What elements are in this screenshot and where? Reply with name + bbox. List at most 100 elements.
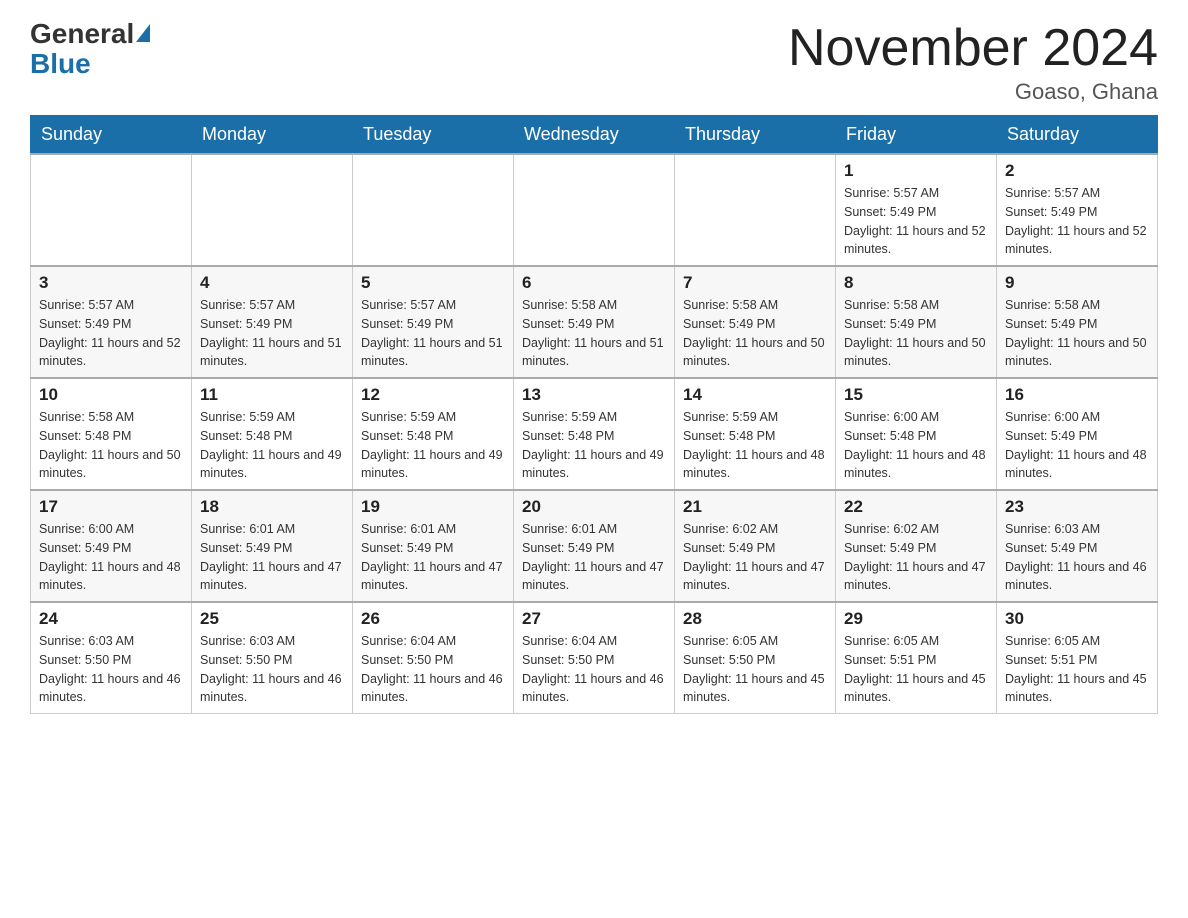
calendar-cell: 24 Sunrise: 6:03 AMSunset: 5:50 PMDayligh… [31,602,192,714]
calendar-cell: 28 Sunrise: 6:05 AMSunset: 5:50 PMDayligh… [675,602,836,714]
calendar-cell: 18 Sunrise: 6:01 AMSunset: 5:49 PMDayligh… [192,490,353,602]
day-number: 10 [39,385,183,405]
calendar-cell: 13 Sunrise: 5:59 AMSunset: 5:48 PMDayligh… [514,378,675,490]
day-info: Sunrise: 6:05 AMSunset: 5:50 PMDaylight:… [683,632,827,707]
day-number: 9 [1005,273,1149,293]
weekday-header-tuesday: Tuesday [353,116,514,155]
day-number: 11 [200,385,344,405]
day-number: 4 [200,273,344,293]
calendar-cell: 22Sunrise: 6:02 AMSunset: 5:49 PMDayligh… [836,490,997,602]
calendar-cell: 9 Sunrise: 5:58 AMSunset: 5:49 PMDaylight… [997,266,1158,378]
day-number: 15 [844,385,988,405]
title-area: November 2024 Goaso, Ghana [788,20,1158,105]
weekday-header-monday: Monday [192,116,353,155]
day-info: Sunrise: 5:57 AMSunset: 5:49 PMDaylight:… [1005,184,1149,259]
day-number: 28 [683,609,827,629]
calendar-cell [31,154,192,266]
calendar-table: SundayMondayTuesdayWednesdayThursdayFrid… [30,115,1158,714]
day-number: 23 [1005,497,1149,517]
calendar-cell: 1 Sunrise: 5:57 AMSunset: 5:49 PMDaylight… [836,154,997,266]
day-info: Sunrise: 6:05 AMSunset: 5:51 PMDaylight:… [1005,632,1149,707]
day-info: Sunrise: 6:00 AMSunset: 5:48 PMDaylight:… [844,408,988,483]
day-info: Sunrise: 6:03 AMSunset: 5:50 PMDaylight:… [39,632,183,707]
day-number: 29 [844,609,988,629]
week-row-2: 3Sunrise: 5:57 AMSunset: 5:49 PMDaylight… [31,266,1158,378]
calendar-cell: 12 Sunrise: 5:59 AMSunset: 5:48 PMDayligh… [353,378,514,490]
day-number: 21 [683,497,827,517]
calendar-cell: 4Sunrise: 5:57 AMSunset: 5:49 PMDaylight… [192,266,353,378]
calendar-cell: 14 Sunrise: 5:59 AMSunset: 5:48 PMDayligh… [675,378,836,490]
day-number: 16 [1005,385,1149,405]
day-number: 18 [200,497,344,517]
calendar-cell: 7Sunrise: 5:58 AMSunset: 5:49 PMDaylight… [675,266,836,378]
calendar-cell [514,154,675,266]
day-info: Sunrise: 6:03 AMSunset: 5:50 PMDaylight:… [200,632,344,707]
day-number: 1 [844,161,988,181]
calendar-cell: 20Sunrise: 6:01 AMSunset: 5:49 PMDayligh… [514,490,675,602]
day-info: Sunrise: 5:58 AMSunset: 5:49 PMDaylight:… [1005,296,1149,371]
calendar-cell: 11 Sunrise: 5:59 AMSunset: 5:48 PMDayligh… [192,378,353,490]
calendar-cell: 2 Sunrise: 5:57 AMSunset: 5:49 PMDaylight… [997,154,1158,266]
calendar-cell: 29 Sunrise: 6:05 AMSunset: 5:51 PMDayligh… [836,602,997,714]
day-info: Sunrise: 5:59 AMSunset: 5:48 PMDaylight:… [361,408,505,483]
day-info: Sunrise: 6:00 AMSunset: 5:49 PMDaylight:… [39,520,183,595]
week-row-1: 1 Sunrise: 5:57 AMSunset: 5:49 PMDaylight… [31,154,1158,266]
day-number: 5 [361,273,505,293]
calendar-cell: 10 Sunrise: 5:58 AMSunset: 5:48 PMDayligh… [31,378,192,490]
day-info: Sunrise: 5:59 AMSunset: 5:48 PMDaylight:… [522,408,666,483]
day-number: 30 [1005,609,1149,629]
day-info: Sunrise: 6:00 AMSunset: 5:49 PMDaylight:… [1005,408,1149,483]
calendar-cell: 19 Sunrise: 6:01 AMSunset: 5:49 PMDayligh… [353,490,514,602]
weekday-header-row: SundayMondayTuesdayWednesdayThursdayFrid… [31,116,1158,155]
day-info: Sunrise: 6:01 AMSunset: 5:49 PMDaylight:… [361,520,505,595]
weekday-header-friday: Friday [836,116,997,155]
calendar-cell: 3Sunrise: 5:57 AMSunset: 5:49 PMDaylight… [31,266,192,378]
calendar-cell: 26Sunrise: 6:04 AMSunset: 5:50 PMDayligh… [353,602,514,714]
day-info: Sunrise: 6:03 AMSunset: 5:49 PMDaylight:… [1005,520,1149,595]
calendar-cell [192,154,353,266]
day-number: 20 [522,497,666,517]
calendar-cell: 25 Sunrise: 6:03 AMSunset: 5:50 PMDayligh… [192,602,353,714]
weekday-header-wednesday: Wednesday [514,116,675,155]
calendar-cell: 23 Sunrise: 6:03 AMSunset: 5:49 PMDayligh… [997,490,1158,602]
day-number: 25 [200,609,344,629]
day-info: Sunrise: 6:04 AMSunset: 5:50 PMDaylight:… [361,632,505,707]
day-number: 6 [522,273,666,293]
day-info: Sunrise: 5:58 AMSunset: 5:49 PMDaylight:… [844,296,988,371]
day-info: Sunrise: 5:59 AMSunset: 5:48 PMDaylight:… [200,408,344,483]
weekday-header-sunday: Sunday [31,116,192,155]
week-row-5: 24 Sunrise: 6:03 AMSunset: 5:50 PMDayligh… [31,602,1158,714]
weekday-header-saturday: Saturday [997,116,1158,155]
day-number: 19 [361,497,505,517]
calendar-cell: 6 Sunrise: 5:58 AMSunset: 5:49 PMDaylight… [514,266,675,378]
calendar-cell: 30 Sunrise: 6:05 AMSunset: 5:51 PMDayligh… [997,602,1158,714]
day-number: 27 [522,609,666,629]
day-info: Sunrise: 6:01 AMSunset: 5:49 PMDaylight:… [200,520,344,595]
week-row-3: 10 Sunrise: 5:58 AMSunset: 5:48 PMDayligh… [31,378,1158,490]
calendar-cell: 27 Sunrise: 6:04 AMSunset: 5:50 PMDayligh… [514,602,675,714]
day-number: 14 [683,385,827,405]
day-number: 12 [361,385,505,405]
day-info: Sunrise: 5:58 AMSunset: 5:49 PMDaylight:… [522,296,666,371]
day-info: Sunrise: 6:02 AMSunset: 5:49 PMDaylight:… [844,520,988,595]
week-row-4: 17Sunrise: 6:00 AMSunset: 5:49 PMDayligh… [31,490,1158,602]
day-number: 24 [39,609,183,629]
calendar-cell: 21Sunrise: 6:02 AMSunset: 5:49 PMDayligh… [675,490,836,602]
calendar-cell: 8 Sunrise: 5:58 AMSunset: 5:49 PMDaylight… [836,266,997,378]
month-title: November 2024 [788,20,1158,77]
calendar-cell: 16 Sunrise: 6:00 AMSunset: 5:49 PMDayligh… [997,378,1158,490]
logo-general-text: General [30,20,134,48]
calendar-cell: 17Sunrise: 6:00 AMSunset: 5:49 PMDayligh… [31,490,192,602]
day-info: Sunrise: 5:58 AMSunset: 5:48 PMDaylight:… [39,408,183,483]
day-number: 8 [844,273,988,293]
day-info: Sunrise: 5:59 AMSunset: 5:48 PMDaylight:… [683,408,827,483]
day-number: 13 [522,385,666,405]
day-info: Sunrise: 6:05 AMSunset: 5:51 PMDaylight:… [844,632,988,707]
day-number: 2 [1005,161,1149,181]
day-info: Sunrise: 5:58 AMSunset: 5:49 PMDaylight:… [683,296,827,371]
day-info: Sunrise: 6:04 AMSunset: 5:50 PMDaylight:… [522,632,666,707]
day-info: Sunrise: 5:57 AMSunset: 5:49 PMDaylight:… [844,184,988,259]
calendar-cell: 5Sunrise: 5:57 AMSunset: 5:49 PMDaylight… [353,266,514,378]
day-number: 3 [39,273,183,293]
weekday-header-thursday: Thursday [675,116,836,155]
